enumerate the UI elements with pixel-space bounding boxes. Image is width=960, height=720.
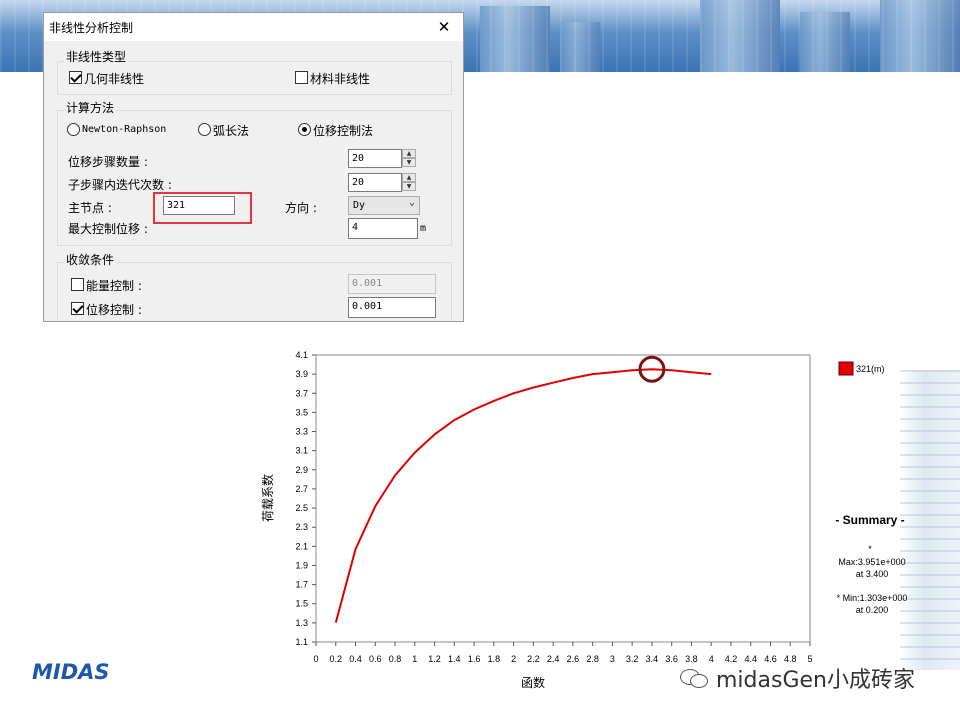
summary-max: Max:3.951e+000 <box>838 557 906 567</box>
x-tick-label: 1.2 <box>428 654 441 664</box>
load-factor-chart: 0 0.2 0.4 0.6 0.8 1 1.2 1.4 1.6 1.8 2 2.2 2.4 2.6 2.8 3… <box>260 350 885 690</box>
x-axis-label: 函数 <box>521 675 545 690</box>
x-tick-label: 0.8 <box>389 654 402 664</box>
midas-logo: MIDAS <box>32 660 110 684</box>
x-tick-label: 3.6 <box>665 654 678 664</box>
summary-title: - Summary - <box>835 513 905 527</box>
y-tick-label: 1.7 <box>295 580 308 590</box>
summary-star: * <box>868 544 872 554</box>
y-axis-label: 荷载系数 <box>260 474 275 522</box>
x-tick-label: 3.2 <box>626 654 639 664</box>
x-tick-label: 3 <box>610 654 615 664</box>
y-tick-label: 2.3 <box>295 522 308 532</box>
x-tick-label: 2.6 <box>567 654 580 664</box>
x-tick-label: 2.2 <box>527 654 540 664</box>
summary-max-at: at 3.400 <box>855 569 889 579</box>
x-tick-label: 1 <box>412 654 417 664</box>
y-tick-label: 2.1 <box>295 541 308 551</box>
y-tick-label: 3.9 <box>295 369 308 379</box>
chart-axes <box>312 354 811 646</box>
y-tick-label: 2.5 <box>295 503 308 513</box>
y-tick-label: 1.9 <box>295 560 308 570</box>
y-tick-labels: 1.1 1.3 1.5 1.7 1.9 2.1 2.3 2.5 2.7 2.9 3.1 3.3 3.5 3… <box>295 350 308 647</box>
legend-label: 321(m) <box>856 364 885 374</box>
x-tick-label: 2.4 <box>547 654 560 664</box>
summary-min-at: at 0.200 <box>855 605 889 615</box>
y-tick-label: 2.9 <box>295 465 308 475</box>
x-tick-label: 0 <box>313 654 318 664</box>
y-tick-label: 3.7 <box>295 388 308 398</box>
x-tick-label: 3.4 <box>646 654 659 664</box>
x-tick-label: 1.8 <box>488 654 501 664</box>
y-tick-label: 1.5 <box>295 599 308 609</box>
x-tick-label: 0.4 <box>349 654 362 664</box>
legend-swatch <box>838 361 854 376</box>
x-tick-label: 0.6 <box>369 654 382 664</box>
x-tick-label: 2.8 <box>586 654 599 664</box>
x-tick-label: 1.6 <box>468 654 481 664</box>
y-tick-label: 2.7 <box>295 484 308 494</box>
y-tick-label: 1.1 <box>295 637 308 647</box>
y-tick-label: 1.3 <box>295 618 308 628</box>
y-tick-label: 3.5 <box>295 407 308 417</box>
x-tick-label: 0.2 <box>330 654 343 664</box>
watermark-text: midasGen小成砖家 <box>716 668 915 693</box>
x-tick-label: 2 <box>511 654 516 664</box>
plot-area <box>315 354 811 643</box>
y-tick-label: 4.1 <box>295 350 308 360</box>
watermark: midasGen小成砖家 <box>680 662 915 694</box>
y-tick-label: 3.1 <box>295 446 308 456</box>
wechat-icon <box>680 667 710 689</box>
y-tick-label: 3.3 <box>295 427 308 437</box>
summary-min: * Min:1.303e+000 <box>836 593 908 603</box>
x-tick-label: 1.4 <box>448 654 461 664</box>
